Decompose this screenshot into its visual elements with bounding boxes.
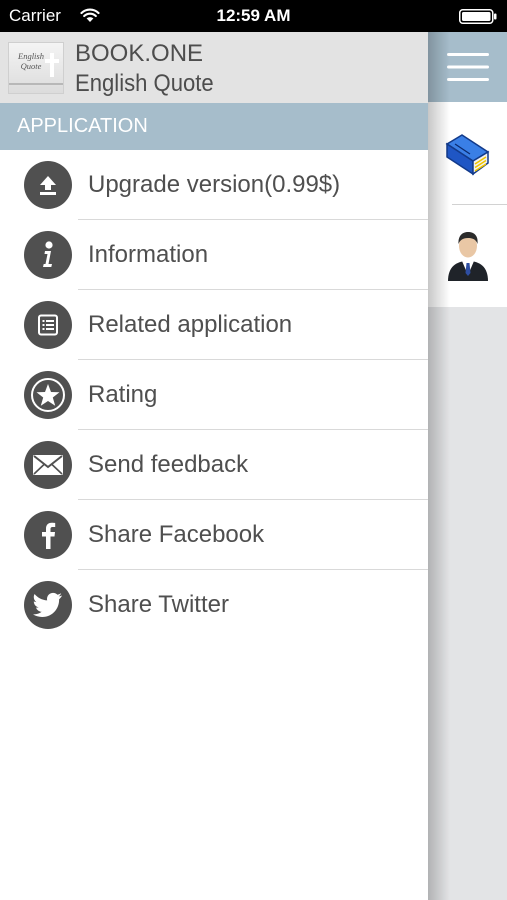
menu-label-send-feedback: Send feedback [88,451,249,478]
drawer-header: English Quote BOOK.ONE English Quote [0,32,428,103]
logo-text: English Quote [18,51,44,71]
user-icon [448,232,488,281]
section-header-application: APPLICATION [0,103,428,150]
twitter-icon [24,581,72,629]
app-subtitle: English Quote [75,70,214,97]
upload-icon [24,161,72,209]
star-icon [24,371,72,419]
menu-item-share-facebook[interactable]: Share Facebook [0,500,428,570]
status-bar: Carrier 12:59 AM [0,0,507,32]
drawer-menu-list: Upgrade version(0.99$) Information Relat… [0,150,428,640]
menu-item-upgrade[interactable]: Upgrade version(0.99$) [0,150,428,220]
menu-label-share-twitter: Share Twitter [88,591,229,618]
menu-label-information: Information [88,241,209,268]
main-view-edge [428,32,507,900]
menu-item-rating[interactable]: Rating [0,360,428,430]
battery-icon [459,9,497,24]
menu-item-send-feedback[interactable]: Send feedback [0,430,428,500]
status-time: 12:59 AM [216,6,291,25]
menu-item-share-twitter[interactable]: Share Twitter [0,570,428,640]
list-icon [24,301,72,349]
app-logo: English Quote [8,42,64,94]
menu-label-rating: Rating [88,381,158,408]
hamburger-menu-icon [446,53,489,81]
navigation-drawer: English Quote BOOK.ONE English Quote APP… [0,32,428,900]
envelope-icon [24,441,72,489]
logo-line [9,83,63,85]
menu-label-share-facebook: Share Facebook [88,521,265,548]
menu-label-upgrade: Upgrade version(0.99$) [88,171,341,198]
menu-item-related-application[interactable]: Related application [0,290,428,360]
book-icon [445,134,490,176]
drawer-shadow [428,32,450,900]
menu-item-information[interactable]: Information [0,220,428,290]
logo-cross-icon [45,53,59,77]
facebook-icon [24,511,72,559]
app-title: BOOK.ONE [75,40,204,67]
info-icon [24,231,72,279]
menu-label-related-application: Related application [88,311,293,338]
